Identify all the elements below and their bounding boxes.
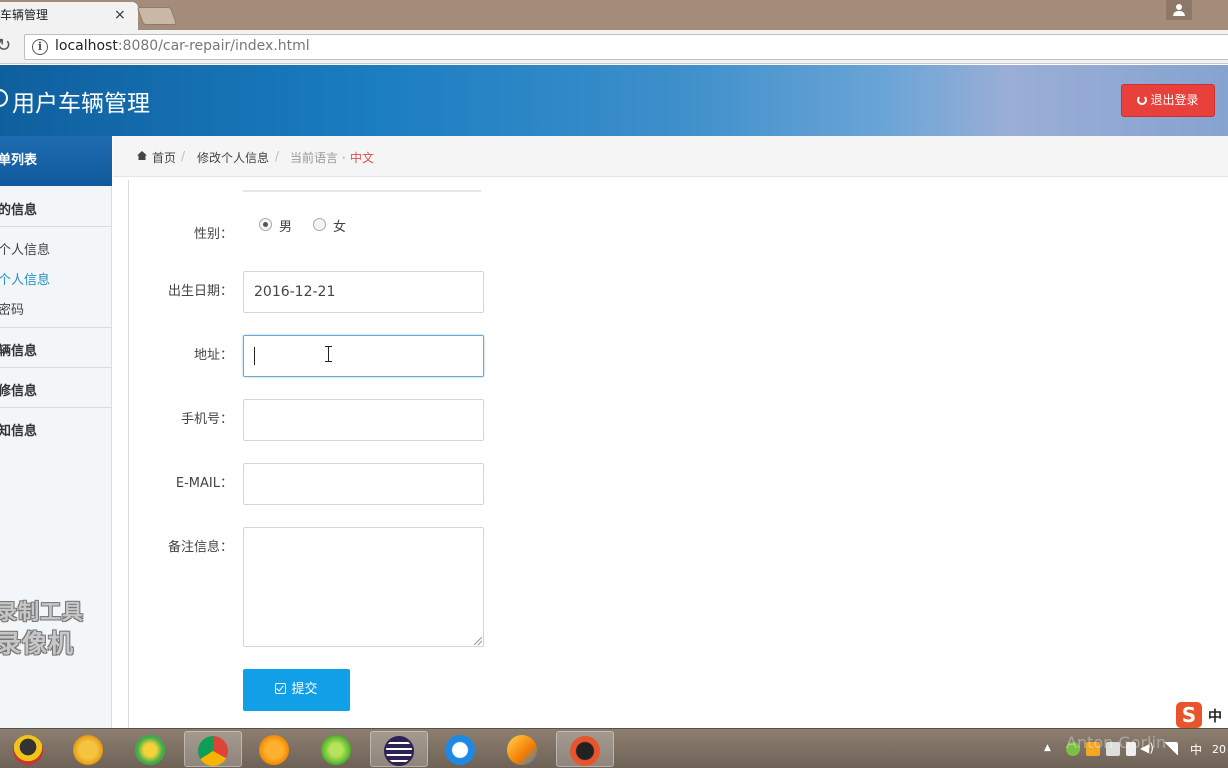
- gender-label: 性别：: [193, 227, 233, 242]
- taskbar-browser-e[interactable]: [60, 731, 118, 767]
- page-title: 用户车辆管理: [12, 91, 150, 117]
- leaf-icon: [321, 735, 351, 765]
- recorder-watermark-line1: 录制工具: [0, 600, 84, 624]
- power-icon: [1137, 95, 1148, 105]
- breadcrumb: 首页 / 修改个人信息 / 当前语言 · 中文: [113, 136, 1228, 177]
- eclipse-icon: [384, 736, 414, 766]
- sidebar-item-view-profile[interactable]: 个人信息: [0, 239, 50, 258]
- gender-female-radio[interactable]: [313, 218, 326, 231]
- taskbar: ▲ ◀) 中 20: [0, 728, 1228, 768]
- breadcrumb-separator: /: [181, 149, 186, 163]
- recorder-icon: [570, 736, 600, 766]
- sidebar-item-edit-profile[interactable]: 个人信息: [0, 269, 50, 288]
- check-square-icon: [275, 683, 287, 694]
- qq-icon: [13, 735, 43, 765]
- sidebar-heading: 单列表: [0, 136, 112, 186]
- tray-expand-icon[interactable]: ▲: [1044, 743, 1051, 753]
- address-label: 地址：: [193, 348, 233, 363]
- phone-label: 手机号：: [180, 412, 233, 427]
- ghost-watermark: Anton Gorlin: [1066, 733, 1167, 752]
- sogou-ime-icon[interactable]: S: [1176, 702, 1202, 728]
- home-icon: [137, 151, 147, 160]
- text-caret: [254, 347, 255, 365]
- feather-icon: [507, 735, 537, 765]
- address-bar[interactable]: i localhost:8080/car-repair/index.html: [24, 34, 1228, 60]
- logout-label: 退出登录: [1150, 93, 1199, 107]
- tray-clock[interactable]: 20: [1212, 743, 1226, 756]
- resize-handle-icon[interactable]: [474, 637, 482, 645]
- breadcrumb-separator: /: [275, 149, 280, 163]
- sidebar-item-password[interactable]: 密码: [0, 299, 24, 318]
- chrome-icon: [198, 736, 228, 766]
- browser-tab-bar: 车辆管理 ×: [0, 0, 1228, 30]
- taskbar-360-browser[interactable]: [122, 731, 180, 767]
- breadcrumb-current: 修改个人信息: [197, 151, 270, 165]
- gender-male-label[interactable]: 男: [279, 216, 292, 235]
- sidebar-divider: [0, 407, 112, 408]
- blue-browser-icon: [445, 735, 475, 765]
- sidebar-divider: [0, 226, 112, 227]
- tab-title: 车辆管理: [0, 8, 49, 22]
- profile-icon[interactable]: [1166, 0, 1192, 20]
- language-label: 当前语言 ·: [290, 151, 346, 165]
- gender-male-radio[interactable]: [259, 218, 272, 231]
- submit-button[interactable]: 提交: [243, 669, 350, 711]
- ime-status-bar[interactable]: S 中: [1176, 702, 1228, 728]
- browser-toolbar: ↻ i localhost:8080/car-repair/index.html: [0, 30, 1228, 64]
- gender-female-label[interactable]: 女: [333, 216, 346, 235]
- logout-button[interactable]: 退出登录: [1121, 84, 1215, 117]
- reload-icon[interactable]: ↻: [0, 35, 11, 56]
- sidebar-divider: [0, 367, 112, 368]
- language-value[interactable]: 中文: [350, 149, 374, 166]
- remark-label: 备注信息：: [167, 540, 233, 555]
- taskbar-eclipse[interactable]: [370, 731, 428, 767]
- app-header: 用户车辆管理: [0, 65, 1228, 136]
- tray-language[interactable]: 中: [1190, 741, 1202, 758]
- taskbar-qq[interactable]: [0, 731, 58, 767]
- wifi-icon: [259, 735, 289, 765]
- phone-field[interactable]: [243, 399, 484, 441]
- brand-icon: [0, 89, 8, 107]
- tab-close-icon[interactable]: ×: [114, 2, 126, 28]
- taskbar-edge-like[interactable]: [432, 731, 490, 767]
- remark-textarea[interactable]: [243, 527, 484, 647]
- browser-tab-active[interactable]: 车辆管理 ×: [0, 2, 138, 30]
- ime-mode[interactable]: 中: [1208, 706, 1222, 726]
- info-icon[interactable]: i: [32, 39, 48, 55]
- email-label: E-MAIL：: [175, 476, 233, 491]
- previous-field-edge: [243, 190, 481, 192]
- url-text: localhost:8080/car-repair/index.html: [55, 38, 310, 54]
- sidebar: 单列表 的信息 个人信息 个人信息 密码 辆信息 修信息 知信息 录制工具 录像…: [0, 136, 112, 728]
- 360-browser-icon: [135, 735, 165, 765]
- address-field[interactable]: [243, 335, 484, 377]
- submit-label: 提交: [291, 682, 318, 697]
- browser-e-icon: [73, 735, 103, 765]
- text-cursor-icon: [325, 346, 332, 362]
- breadcrumb-home[interactable]: 首页: [152, 149, 176, 166]
- content-border: [128, 180, 129, 728]
- taskbar-recorder[interactable]: [556, 731, 614, 767]
- taskbar-chrome[interactable]: [184, 731, 242, 767]
- taskbar-leaf-app[interactable]: [308, 731, 366, 767]
- taskbar-feather[interactable]: [494, 731, 552, 767]
- sidebar-divider: [0, 327, 112, 328]
- birthday-label: 出生日期：: [167, 284, 233, 299]
- email-field[interactable]: [243, 463, 484, 505]
- recorder-watermark-line2: 录像机: [0, 629, 75, 658]
- taskbar-wifi[interactable]: [246, 731, 304, 767]
- new-tab-button[interactable]: [136, 7, 178, 25]
- birthday-field[interactable]: 2016-12-21: [243, 271, 484, 313]
